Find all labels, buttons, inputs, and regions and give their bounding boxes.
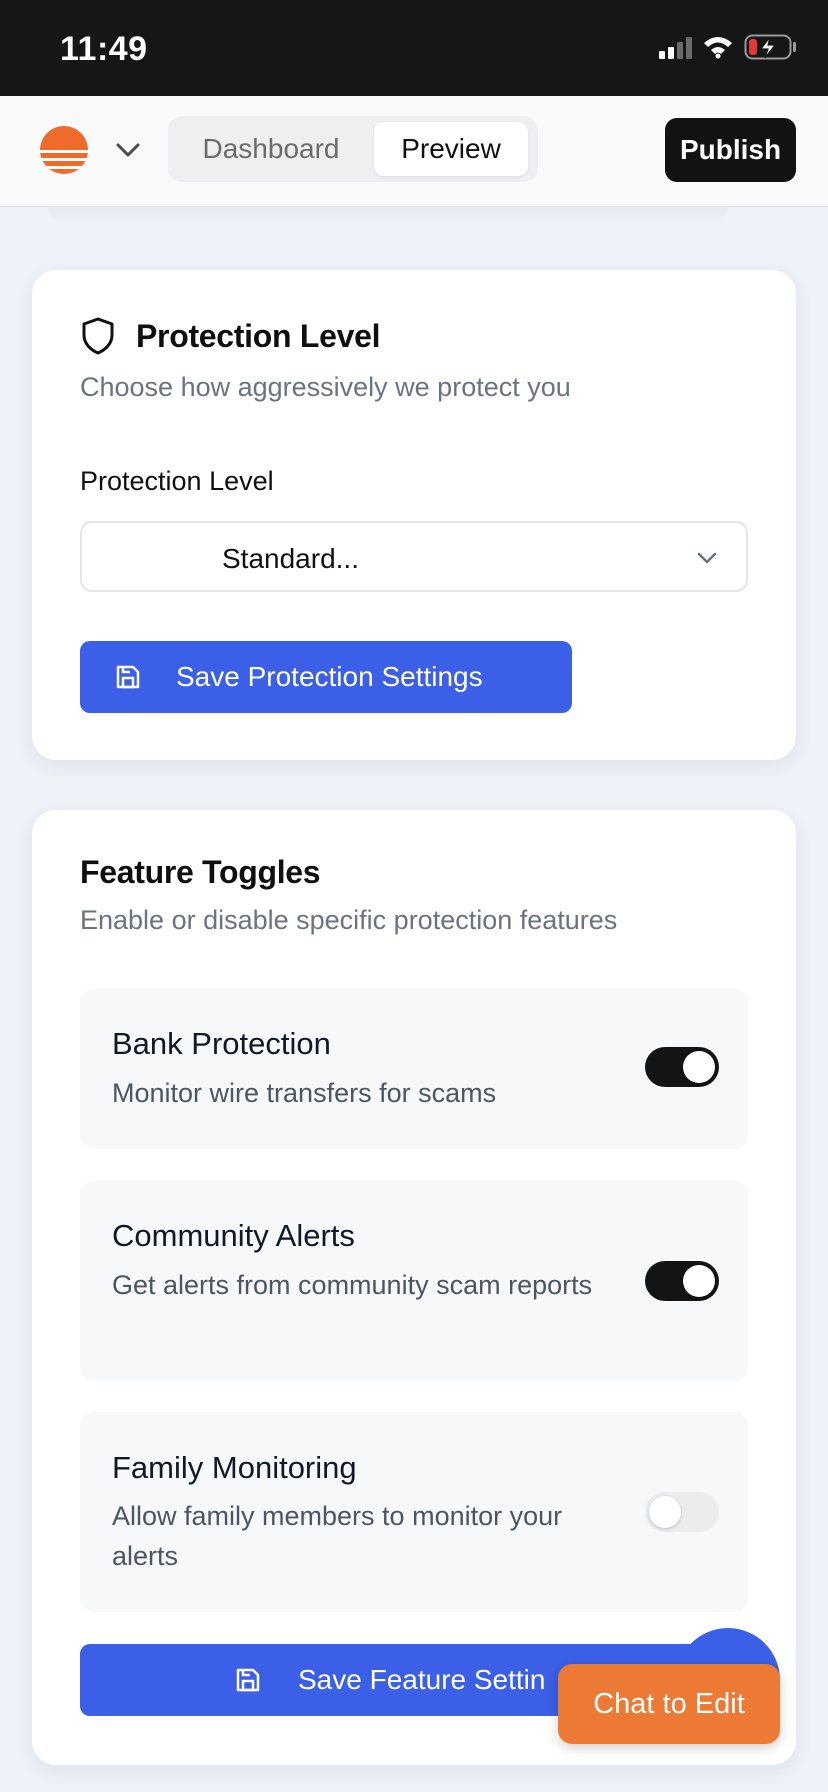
- toggle-description: Monitor wire transfers for scams: [112, 1078, 497, 1108]
- save-icon: [236, 1668, 260, 1692]
- chat-to-edit-button[interactable]: Chat to Edit: [558, 1664, 780, 1744]
- button-label: Save Feature Settin: [298, 1664, 546, 1695]
- shield-icon: [82, 317, 114, 355]
- chevron-down-icon: [697, 552, 717, 564]
- previous-card-edge: [48, 207, 728, 223]
- toggle-description: Get alerts from community scam reports: [112, 1270, 593, 1300]
- feature-toggles-card: Feature Toggles Enable or disable specif…: [32, 810, 796, 1765]
- switch-knob: [649, 1496, 681, 1528]
- switch-knob: [683, 1051, 715, 1083]
- battery-charging-icon: [744, 34, 796, 60]
- toggle-row-bank-protection: Bank Protection Monitor wire transfers f…: [80, 989, 748, 1149]
- publish-button[interactable]: Publish: [665, 118, 796, 182]
- toggle-title: Family Monitoring: [112, 1450, 357, 1485]
- tab-dashboard[interactable]: Dashboard: [178, 122, 364, 176]
- wifi-icon: [704, 37, 732, 59]
- status-time: 11:49: [60, 30, 148, 68]
- protection-level-label: Protection Level: [80, 466, 274, 496]
- protection-level-select[interactable]: Standard...: [80, 521, 748, 592]
- card-subtitle: Choose how aggressively we protect you: [80, 372, 571, 402]
- toggle-row-community-alerts: Community Alerts Get alerts from communi…: [80, 1181, 748, 1381]
- toggle-title: Bank Protection: [112, 1026, 331, 1061]
- save-protection-settings-button[interactable]: Save Protection Settings: [80, 641, 572, 713]
- family-monitoring-switch[interactable]: [645, 1492, 719, 1532]
- card-header: Protection Level: [80, 316, 380, 356]
- chevron-down-icon[interactable]: [112, 136, 144, 164]
- brand-logo[interactable]: [40, 126, 88, 174]
- toggle-row-family-monitoring: Family Monitoring Allow family members t…: [80, 1412, 748, 1612]
- bank-protection-switch[interactable]: [645, 1047, 719, 1087]
- cellular-signal-icon: [659, 35, 692, 59]
- status-bar: 11:49: [0, 0, 828, 96]
- top-navigation: Dashboard Preview Publish: [0, 96, 828, 207]
- card-subtitle: Enable or disable specific protection fe…: [80, 905, 618, 935]
- select-value: Standard...: [222, 543, 359, 574]
- tab-preview[interactable]: Preview: [374, 122, 528, 176]
- save-icon: [116, 665, 140, 689]
- community-alerts-switch[interactable]: [645, 1261, 719, 1301]
- toggle-description: Allow family members to monitor your ale…: [112, 1501, 563, 1571]
- card-title: Feature Toggles: [80, 854, 321, 890]
- toggle-title: Community Alerts: [112, 1218, 355, 1253]
- view-toggle: Dashboard Preview: [168, 116, 538, 182]
- status-icons: [659, 34, 798, 60]
- protection-level-card: Protection Level Choose how aggressively…: [32, 270, 796, 760]
- card-title: Protection Level: [136, 317, 381, 354]
- button-label: Save Protection Settings: [176, 661, 483, 692]
- switch-knob: [683, 1265, 715, 1297]
